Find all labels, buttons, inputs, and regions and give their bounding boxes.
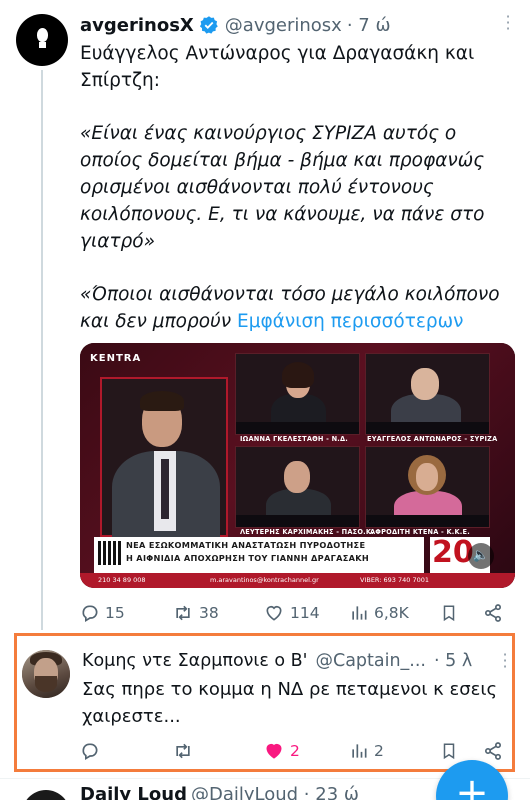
guest-caption-2: ΕΥΑΓΓΕΛΟΣ ΑΝΤΩΝΑΡΟΣ - ΣΥΡΙΖΑ <box>367 435 498 443</box>
reply-icon <box>82 743 98 760</box>
contact-email: m.aravantinos@kontrachannel.gr <box>210 576 319 584</box>
bookmark-button[interactable] <box>440 603 458 623</box>
share-button[interactable] <box>483 603 503 623</box>
phone-number: 210 34 89 008 <box>98 576 146 584</box>
retweet-button[interactable]: 38 <box>172 603 219 623</box>
views-button[interactable]: 6,8K <box>349 603 409 623</box>
info-strip: 210 34 89 008 m.aravantinos@kontrachanne… <box>80 573 515 588</box>
tweet-header: avgerinosX @avgerinosx · 7 ώ <box>80 12 391 38</box>
heart-icon <box>266 605 282 621</box>
guest-camera-4 <box>365 446 490 528</box>
thread-connector-line <box>41 70 43 630</box>
viber-number: VIBER: 693 740 7001 <box>360 576 429 584</box>
like-count: 114 <box>290 604 320 622</box>
guest-hair <box>282 362 314 388</box>
guest-head <box>416 463 438 491</box>
news-ticker: ΝΕΑ ΕΣΩΚΟΜΜΑΤΙΚΗ ΑΝΑΣΤΑΤΩΣΗ ΠΥΡΟΔΟΤΗΣΕ Η… <box>94 537 424 573</box>
reply-share-button[interactable] <box>483 741 503 761</box>
lightbulb-base <box>39 42 46 48</box>
tweet-body: Ευάγγελος Αντώναρος για Δραγασάκη και Σπ… <box>80 40 500 335</box>
caption-bar <box>236 422 359 434</box>
ticker-line-2: Η ΑΙΦΝΙΔΙΑ ΑΠΟΧΩΡΗΣΗ ΤΟΥ ΓΙΑΝΝΗ ΔΡΑΓΑΣΑΚ… <box>126 553 370 563</box>
verified-badge-icon <box>199 16 218 34</box>
like-button[interactable]: 114 <box>263 603 320 623</box>
reply-actions: 2 2 <box>80 741 510 763</box>
bookmark-icon <box>443 743 455 760</box>
reply-bookmark-button[interactable] <box>440 741 458 761</box>
share-icon <box>485 742 501 760</box>
next-tweet-avatar[interactable] <box>22 790 70 800</box>
reply-reply-button[interactable] <box>80 741 100 761</box>
tweet-quote-2: «Όποιοι αισθάνονται τόσο μεγάλο κοιλόπον… <box>80 281 500 335</box>
tweet-video[interactable]: KENTRA ΙΩΑΝΝΑ ΓΚΕΛΕΣΤΑΘΗ - Ν.Δ. ΕΥΑΓΓΕΛΟ… <box>80 343 515 588</box>
reply-views-count: 2 <box>374 742 384 760</box>
reply-button[interactable]: 15 <box>80 603 125 623</box>
guest-camera-2 <box>365 353 490 435</box>
reply-like-button[interactable]: 2 <box>263 741 300 761</box>
show-more-link[interactable]: Εμφάνιση περισσότερων <box>237 311 463 332</box>
next-tweet-author-name[interactable]: Daily Loud <box>80 784 187 800</box>
views-icon <box>352 744 367 758</box>
reply-timestamp[interactable]: · 5 λ <box>434 651 472 671</box>
volume-icon[interactable]: 🔈 <box>468 543 494 569</box>
guest-caption-3: ΛΕΥΤΕΡΗΣ ΚΑΡΧΙΜΑΚΗΣ - ΠΑΣΟ.Κ. <box>240 528 374 536</box>
guest-head <box>284 461 310 493</box>
retweet-icon <box>176 743 190 759</box>
retweet-count: 38 <box>199 604 219 622</box>
reply-author-name[interactable]: Κομης ντε Σαρμπονιε ο Β' <box>82 651 307 671</box>
reply-count: 15 <box>105 604 125 622</box>
timestamp[interactable]: · 7 ώ <box>347 15 391 36</box>
guest-camera-3 <box>235 446 360 528</box>
reply-like-count: 2 <box>290 742 300 760</box>
views-count: 6,8K <box>374 604 409 622</box>
reply-retweet-button[interactable] <box>172 741 194 761</box>
heart-filled-icon <box>266 743 282 759</box>
reply-header: Κομης ντε Σαρμπονιε ο Β' @Captain_... · … <box>82 648 502 674</box>
avatar-beard <box>35 676 57 692</box>
guest-head <box>411 368 439 400</box>
author-name[interactable]: avgerinosX <box>80 15 194 36</box>
presenter-tie <box>161 459 169 519</box>
qr-code-icon <box>98 541 122 565</box>
caption-bar <box>366 422 489 434</box>
lightbulb-icon <box>37 28 48 42</box>
ticker-line-1: ΝΕΑ ΕΣΩΚΟΜΜΑΤΙΚΗ ΑΝΑΣΤΑΤΩΣΗ ΠΥΡΟΔΟΤΗΣΕ <box>126 540 366 550</box>
tweet-quote-1: «Είναι ένας καινούργιος ΣΥΡΙΖΑ αυτός ο ο… <box>80 123 485 252</box>
guest-camera-1 <box>235 353 360 435</box>
next-tweet-header: Daily Loud @DailyLoud · 23 ώ <box>80 784 359 800</box>
reply-author-handle[interactable]: @Captain_... <box>315 651 426 671</box>
guest-caption-1: ΙΩΑΝΝΑ ΓΚΕΛΕΣΤΑΘΗ - Ν.Δ. <box>240 435 349 443</box>
main-camera-frame <box>100 377 228 541</box>
avatar[interactable] <box>16 14 68 66</box>
more-options-icon[interactable]: · · · <box>503 9 513 37</box>
reply-avatar[interactable] <box>22 650 70 698</box>
share-icon <box>485 604 501 622</box>
presenter-hair <box>140 391 184 411</box>
reply-more-options-icon[interactable]: · · · <box>500 647 510 675</box>
caption-bar <box>236 515 359 527</box>
reply-icon <box>82 605 98 622</box>
reply-body: Σας πηρε το κομμα η ΝΔ ρε πεταμενοι κ εσ… <box>82 679 498 727</box>
retweet-icon <box>176 605 190 621</box>
tweet-actions: 15 38 114 6,8K <box>80 603 510 625</box>
next-tweet-handle[interactable]: @DailyLoud · 23 ώ <box>191 784 359 800</box>
tweet-headline: Ευάγγελος Αντώναρος για Δραγασάκη και Σπ… <box>80 43 475 91</box>
channel-logo: KENTRA <box>90 353 142 364</box>
reply-views-button[interactable]: 2 <box>349 741 384 761</box>
bookmark-icon <box>443 605 455 622</box>
caption-bar <box>366 515 489 527</box>
views-icon <box>352 606 367 620</box>
author-handle[interactable]: @avgerinosx <box>225 15 342 36</box>
